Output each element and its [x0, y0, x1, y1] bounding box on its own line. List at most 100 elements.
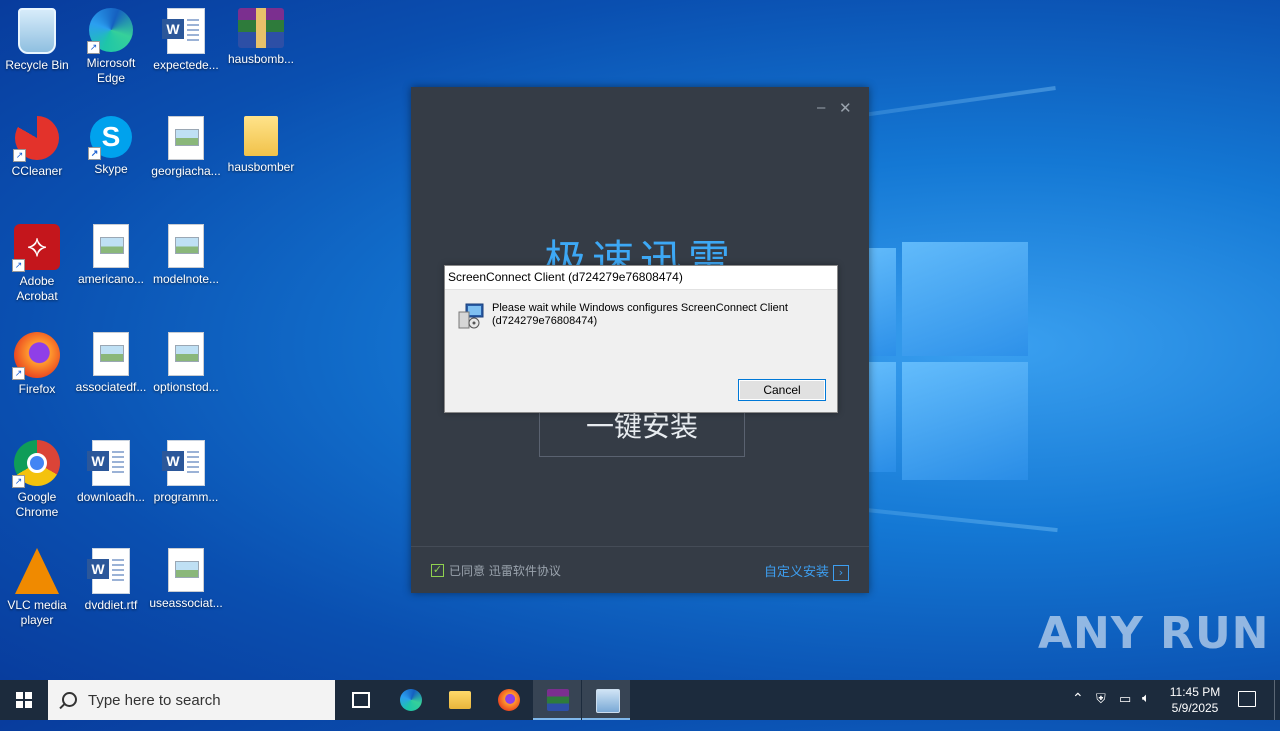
dialog-title: ScreenConnect Client (d724279e76808474): [445, 266, 837, 290]
desktop-icon-hausbomber-folder[interactable]: hausbomber: [223, 116, 299, 175]
start-button[interactable]: [0, 680, 48, 720]
shortcut-arrow-icon: ↗: [12, 475, 25, 488]
shortcut-arrow-icon: ↗: [87, 41, 100, 54]
desktop-icon-label: georgiacha...: [151, 164, 221, 178]
desktop-icon-edge[interactable]: ↗ Microsoft Edge: [73, 8, 149, 86]
system-clock[interactable]: 11:45 PM 5/9/2025: [1162, 684, 1228, 716]
desktop-icon-label: expectede...: [153, 58, 219, 72]
notification-center-icon[interactable]: [1238, 691, 1256, 707]
desktop-icon-label: hausbomber: [227, 160, 295, 174]
custom-install-link[interactable]: 自定义安装 ›: [764, 561, 849, 581]
word-doc-icon: W: [162, 440, 205, 486]
recycle-bin-icon: [18, 8, 56, 54]
desktop-icon-downloadh[interactable]: W downloadh...: [73, 440, 149, 505]
desktop-icon-label: Microsoft Edge: [86, 56, 136, 85]
desktop-icon-skype[interactable]: S ↗ Skype: [73, 116, 149, 177]
skype-icon: S ↗: [88, 116, 132, 160]
security-icon[interactable]: ⛨: [1096, 691, 1106, 731]
desktop-icon-dvddiet[interactable]: W dvddiet.rtf: [73, 548, 149, 613]
folder-icon: [244, 116, 278, 156]
taskbar-firefox-button[interactable]: [484, 680, 532, 720]
taskbar-search-box[interactable]: Type here to search: [48, 680, 335, 720]
word-doc-icon: W: [87, 548, 130, 594]
edge-icon: [400, 689, 422, 711]
acrobat-icon: ⟡ ↗: [12, 224, 60, 272]
desktop-icon-hausbomb-archive[interactable]: hausbomb...: [223, 8, 299, 67]
ccleaner-icon: ↗: [13, 116, 59, 162]
shortcut-arrow-icon: ↗: [88, 147, 101, 160]
desktop-icon-label: downloadh...: [76, 490, 146, 504]
anyrun-watermark: ANY RUN: [1038, 608, 1270, 659]
taskbar-winrar-button[interactable]: [533, 680, 581, 720]
wallpaper-pane: [902, 362, 1028, 480]
image-file-icon: [168, 548, 204, 592]
task-view-button[interactable]: [336, 680, 384, 720]
desktop-icon-label: programm...: [153, 490, 219, 504]
desktop-icon-useassociat[interactable]: useassociat...: [148, 548, 224, 611]
installer-computer-icon: [458, 303, 484, 329]
shortcut-arrow-icon: ↗: [13, 149, 26, 162]
chevron-right-icon: ›: [833, 564, 849, 581]
desktop-icon-label: Adobe Acrobat: [16, 274, 58, 303]
task-view-icon: [352, 692, 370, 708]
image-file-icon: [93, 224, 129, 268]
show-desktop-button[interactable]: [1274, 680, 1280, 720]
dialog-message: Please wait while Windows configures Scr…: [492, 302, 788, 327]
desktop-icon-label: useassociat...: [149, 596, 223, 610]
desktop-icon-label: optionstod...: [153, 380, 219, 394]
winrar-icon: [547, 689, 569, 711]
vlc-icon: [15, 548, 59, 594]
desktop-icon-optionstod[interactable]: optionstod...: [148, 332, 224, 395]
desktop-icon-associatedf[interactable]: associatedf...: [73, 332, 149, 395]
desktop-icon-ccleaner[interactable]: ↗ CCleaner: [0, 116, 75, 179]
desktop-icon-label: Recycle Bin: [5, 58, 69, 72]
cancel-button[interactable]: Cancel: [738, 379, 826, 401]
close-button[interactable]: ✕: [839, 99, 852, 117]
taskbar-installer-button[interactable]: [582, 680, 630, 720]
desktop-icon-programm[interactable]: W programm...: [148, 440, 224, 505]
shortcut-arrow-icon: ↗: [12, 259, 25, 272]
file-explorer-icon: [449, 691, 471, 709]
setup-installer-icon: [596, 689, 620, 713]
desktop-icon-georgiacha[interactable]: georgiacha...: [148, 116, 224, 179]
agree-label[interactable]: 已同意 迅雷软件协议: [449, 562, 561, 579]
clock-date: 5/9/2025: [1171, 701, 1219, 715]
image-file-icon: [168, 224, 204, 268]
wallpaper-pane: [866, 362, 896, 472]
desktop-icon-label: hausbomb...: [227, 52, 295, 66]
volume-icon[interactable]: 🔈︎: [1142, 690, 1150, 730]
desktop-icon-americano[interactable]: americano...: [73, 224, 149, 287]
firefox-icon: ↗: [12, 332, 60, 380]
word-doc-icon: W: [87, 440, 130, 486]
desktop-icon-label: Skype: [94, 162, 128, 176]
agree-checkbox[interactable]: ✓: [431, 564, 444, 577]
edge-icon: ↗: [87, 8, 133, 54]
desktop-icon-expectede[interactable]: W expectede...: [148, 8, 224, 73]
desktop-icon-vlc[interactable]: VLC media player: [0, 548, 75, 628]
desktop-icon-recycle-bin[interactable]: Recycle Bin: [0, 8, 75, 73]
desktop-icon-firefox[interactable]: ↗ Firefox: [0, 332, 75, 397]
search-placeholder: Type here to search: [88, 692, 221, 709]
wallpaper-pane: [902, 242, 1028, 356]
desktop-icon-label: associatedf...: [75, 380, 147, 394]
minimize-button[interactable]: –: [817, 99, 825, 116]
taskbar-file-explorer-button[interactable]: [435, 680, 483, 720]
search-icon: [62, 692, 77, 707]
taskbar: Type here to search ⌃ ⛨ ▭ 🔈︎ 11:45 PM 5/…: [0, 680, 1280, 720]
taskbar-edge-button[interactable]: [386, 680, 434, 720]
image-file-icon: [93, 332, 129, 376]
network-icon[interactable]: ▭: [1119, 691, 1131, 731]
image-file-icon: [168, 332, 204, 376]
desktop-icon-google-chrome[interactable]: ↗ Google Chrome: [0, 440, 75, 520]
firefox-icon: [498, 689, 520, 711]
wallpaper-pane: [866, 248, 896, 356]
desktop-icon-label: Firefox: [18, 382, 56, 396]
desktop-icon-label: VLC media player: [7, 598, 67, 627]
desktop-icon-label: CCleaner: [11, 164, 63, 178]
screenconnect-msi-dialog: ScreenConnect Client (d724279e76808474) …: [444, 265, 838, 413]
desktop-icon-modelnote[interactable]: modelnote...: [148, 224, 224, 287]
show-hidden-icons-button[interactable]: ⌃: [1072, 690, 1084, 730]
desktop-icon-label: modelnote...: [152, 272, 220, 286]
windows-logo-icon: [16, 692, 32, 708]
desktop-icon-adobe-acrobat[interactable]: ⟡ ↗ Adobe Acrobat: [0, 224, 75, 304]
